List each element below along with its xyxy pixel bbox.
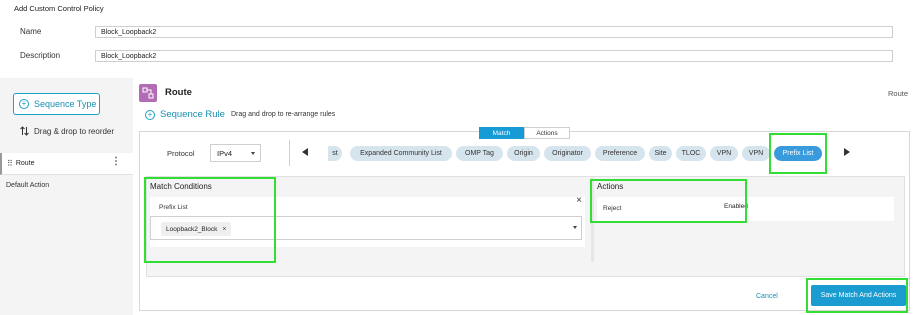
route-type-label: Route [887, 89, 908, 98]
protocol-value: IPv4 [217, 148, 233, 158]
description-label: Description [20, 51, 61, 60]
protocol-label: Protocol [167, 149, 195, 158]
chip-omp-tag[interactable]: OMP Tag [456, 146, 503, 161]
plus-circle-icon: + [19, 99, 29, 109]
chip-tloc[interactable]: TLOC [676, 146, 706, 161]
plus-circle-icon: + [145, 109, 155, 120]
chip-expanded-community-list-partial[interactable]: st [328, 146, 342, 161]
sequence-type-button[interactable]: + Sequence Type [13, 93, 100, 115]
sequence-sidebar: + Sequence Type Drag & drop to reorder ⠿… [0, 78, 133, 315]
highlight-box [590, 179, 747, 223]
chip-vpn[interactable]: VPN [710, 146, 738, 161]
scroll-right-icon[interactable] [844, 148, 850, 156]
sort-arrows-icon [20, 126, 29, 136]
chevron-down-icon[interactable] [573, 226, 577, 229]
name-label: Name [20, 27, 42, 36]
chip-vpn-2[interactable]: VPN [742, 146, 770, 161]
more-options-icon[interactable]: ⋮ [111, 157, 121, 167]
tab-actions[interactable]: Actions [524, 127, 570, 139]
page-title: Add Custom Control Policy [14, 4, 104, 13]
sidebar-item-route[interactable]: ⠿ Route ⋮ [0, 153, 133, 175]
drag-reorder-hint: Drag & drop to reorder [20, 126, 114, 136]
default-action-item[interactable]: Default Action [6, 182, 49, 189]
drag-reorder-label: Drag & drop to reorder [34, 126, 115, 136]
name-input[interactable]: Block_Loopback2 [95, 26, 893, 38]
drag-grip-icon[interactable]: ⠿ [7, 159, 13, 168]
protocol-select[interactable]: IPv4 [210, 144, 261, 162]
highlight-box [769, 133, 827, 174]
cancel-button[interactable]: Cancel [756, 293, 778, 300]
sidebar-item-label: Route [15, 160, 35, 167]
route-title: Route [165, 87, 192, 98]
tab-match[interactable]: Match [479, 127, 524, 139]
chip-originator[interactable]: Originator [544, 146, 591, 161]
sequence-rule-button[interactable]: + Sequence Rule [145, 109, 225, 120]
policy-form-header: Add Custom Control Policy Name Block_Loo… [0, 0, 919, 78]
sequence-type-label: Sequence Type [34, 99, 97, 109]
chip-origin[interactable]: Origin [507, 146, 540, 161]
chip-site[interactable]: Site [649, 146, 672, 161]
highlight-box [144, 177, 276, 263]
sequence-rule-label: Sequence Rule [160, 109, 225, 120]
chevron-down-icon [251, 152, 255, 155]
match-actions-toggle: Match Actions [479, 127, 570, 139]
highlight-box [806, 278, 908, 313]
chip-preference[interactable]: Preference [595, 146, 645, 161]
chip-expanded-community-list[interactable]: Expanded Community List [350, 146, 452, 161]
sequence-rule-hint: Drag and drop to re-arrange rules [231, 111, 336, 118]
scroll-left-icon[interactable] [302, 148, 308, 156]
route-icon [139, 84, 157, 102]
description-input[interactable]: Block_Loopback2 [95, 50, 893, 62]
divider [289, 140, 290, 166]
close-icon[interactable]: × [576, 195, 582, 206]
